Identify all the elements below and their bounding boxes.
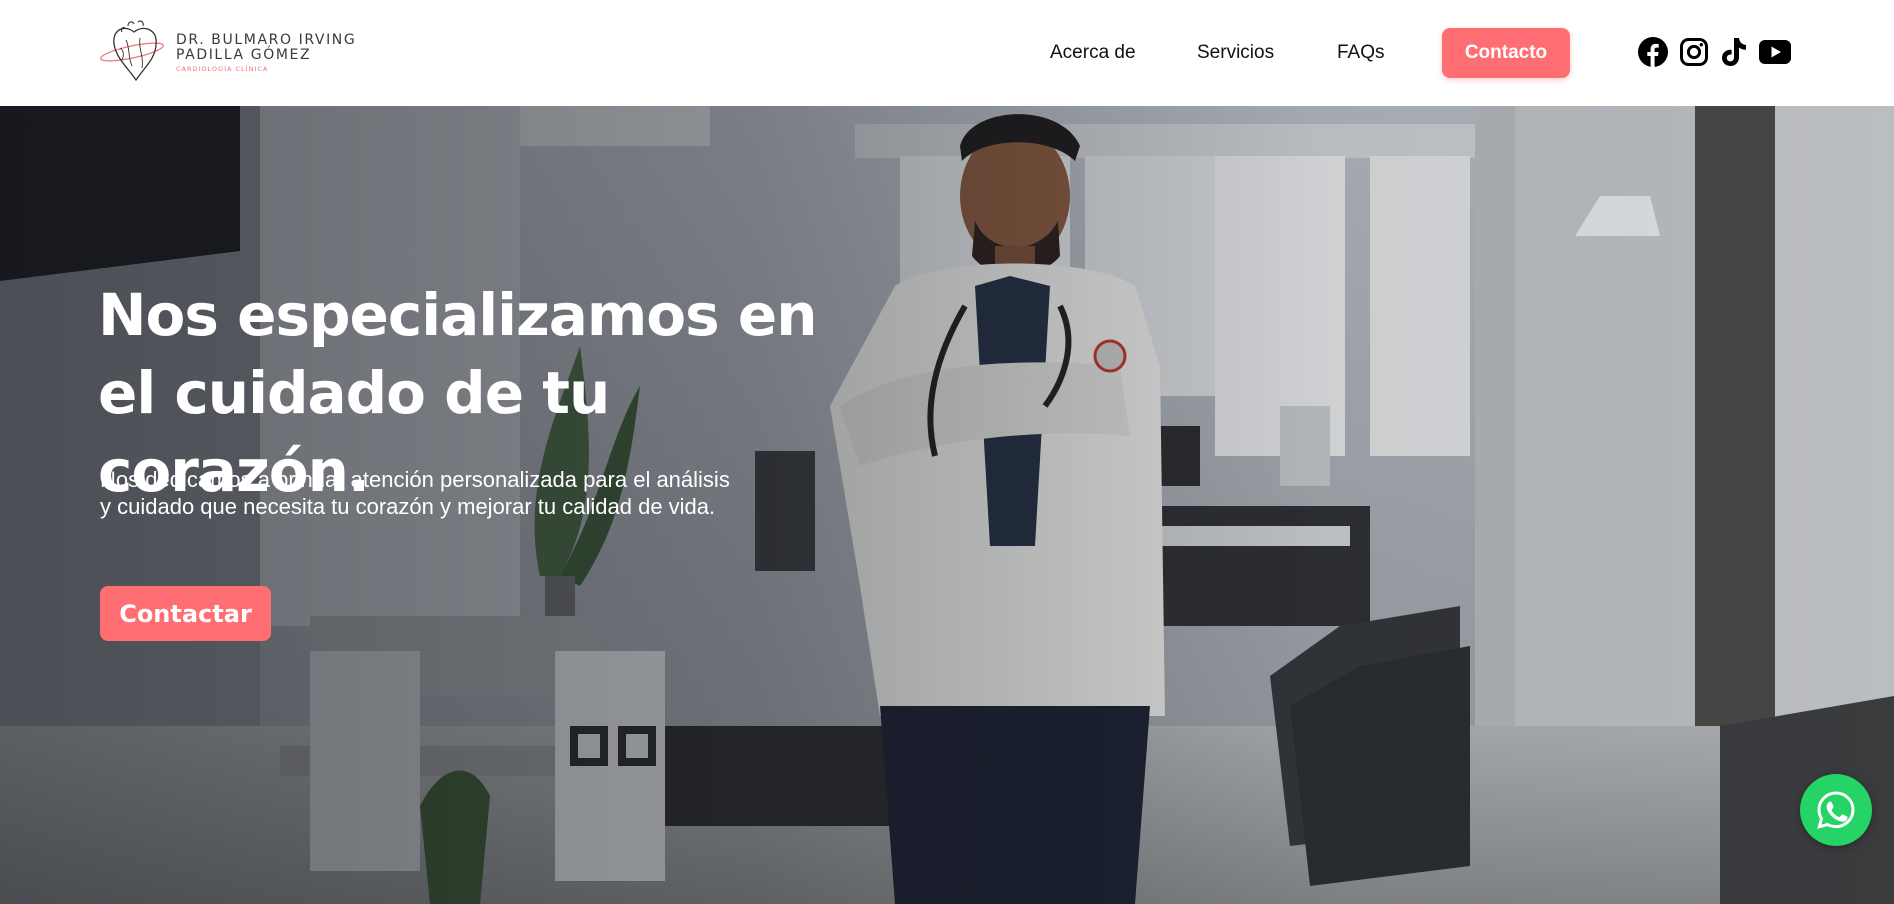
contact-button[interactable]: Contacto [1442,28,1570,78]
contactar-button[interactable]: Contactar [100,586,271,641]
brand-subtitle: CARDIOLOGÍA CLÍNICA [176,65,269,73]
whatsapp-button[interactable] [1800,774,1872,846]
site-header: DR. BULMARO IRVING PADILLA GÓMEZ CARDIOL… [0,0,1894,106]
heart-logo-icon [100,20,164,82]
brand-logo-link[interactable]: DR. BULMARO IRVING PADILLA GÓMEZ CARDIOL… [98,18,356,88]
youtube-icon[interactable] [1759,36,1791,68]
instagram-icon[interactable] [1678,36,1710,68]
brand-name-line2: PADILLA GÓMEZ [176,47,312,63]
nav-link-faqs[interactable]: FAQs [1337,42,1385,64]
nav-link-servicios[interactable]: Servicios [1197,42,1274,64]
hero-description: Nos dedicamos a brindar atención persona… [100,467,730,519]
facebook-icon[interactable] [1637,36,1669,68]
brand-text: DR. BULMARO IRVING PADILLA GÓMEZ CARDIOL… [176,32,357,74]
hero-section: Nos especializamos en el cuidado de tu c… [0,106,1894,904]
tiktok-icon[interactable] [1718,36,1750,68]
nav-link-acerca[interactable]: Acerca de [1050,42,1136,64]
whatsapp-icon [1817,791,1855,829]
brand-name-line1: DR. BULMARO IRVING [176,32,357,48]
